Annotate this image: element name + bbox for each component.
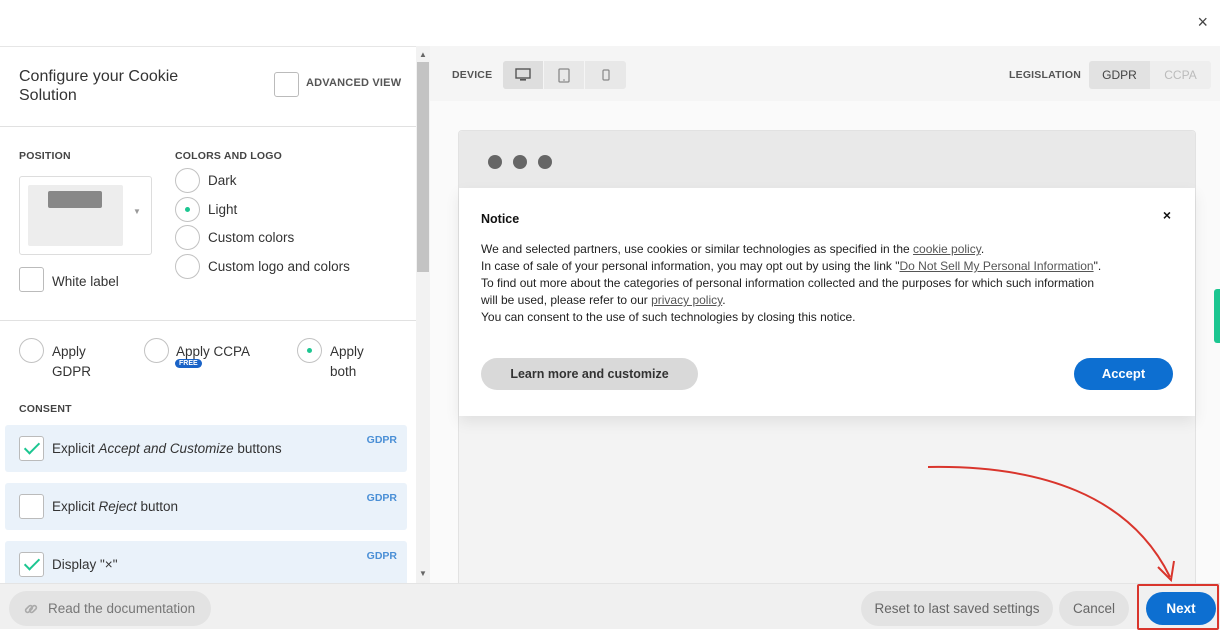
consent-item-accept-customize[interactable]: Explicit Accept and Customize buttons GD… bbox=[5, 425, 407, 472]
apply-both-label-2: both bbox=[330, 364, 357, 379]
gdpr-tag: GDPR bbox=[366, 492, 397, 504]
radio-custom-colors-label: Custom colors bbox=[208, 230, 295, 245]
radio-light[interactable] bbox=[175, 197, 200, 222]
position-label: POSITION bbox=[19, 150, 71, 162]
window-dot-icon bbox=[513, 155, 527, 169]
page-title: Configure your Cookie Solution bbox=[19, 68, 179, 104]
advanced-view-label[interactable]: ADVANCED VIEW bbox=[306, 77, 401, 89]
consent-item-reject[interactable]: Explicit Reject button GDPR bbox=[5, 483, 407, 530]
accept-button[interactable]: Accept bbox=[1074, 358, 1173, 390]
device-label: DEVICE bbox=[452, 69, 493, 81]
colors-logo-label: COLORS AND LOGO bbox=[175, 150, 283, 162]
apply-gdpr-label-2: GDPR bbox=[52, 364, 92, 379]
white-label-checkbox[interactable] bbox=[19, 267, 44, 292]
privacy-policy-link[interactable]: privacy policy bbox=[651, 293, 722, 307]
modal-header: × bbox=[0, 0, 1220, 46]
next-button[interactable]: Next bbox=[1146, 592, 1216, 625]
radio-dark[interactable] bbox=[175, 168, 200, 193]
device-mobile-button[interactable] bbox=[585, 61, 626, 89]
tablet-icon bbox=[558, 67, 570, 83]
reset-settings-button[interactable]: Reset to last saved settings bbox=[861, 591, 1053, 626]
settings-header: Configure your Cookie Solution ADVANCED … bbox=[0, 47, 416, 127]
consent-item-label: Display "×" bbox=[52, 557, 118, 572]
mobile-icon bbox=[601, 69, 610, 81]
side-feedback-tab[interactable] bbox=[1214, 289, 1220, 343]
consent-item-label: Explicit Accept and Customize buttons bbox=[52, 441, 282, 456]
advanced-view-checkbox[interactable] bbox=[274, 72, 299, 97]
close-modal-button[interactable]: × bbox=[1197, 12, 1208, 32]
gdpr-tag: GDPR bbox=[366, 550, 397, 562]
scroll-down-icon[interactable]: ▼ bbox=[419, 569, 427, 578]
radio-custom-colors[interactable] bbox=[175, 225, 200, 250]
do-not-sell-link[interactable]: Do Not Sell My Personal Information bbox=[900, 259, 1094, 273]
learn-more-button[interactable]: Learn more and customize bbox=[481, 358, 698, 390]
scrollbar-thumb[interactable] bbox=[417, 62, 429, 272]
scroll-up-icon[interactable]: ▲ bbox=[419, 50, 427, 59]
footer-bar: Read the documentation Reset to last sav… bbox=[0, 583, 1220, 630]
apply-gdpr-label-1: Apply bbox=[52, 344, 86, 359]
radio-dark-label: Dark bbox=[208, 173, 237, 188]
preview-toolbar: DEVICE LEGISLATION GDPR CCPA bbox=[430, 46, 1220, 101]
notice-text: We and selected partners, use cookies or… bbox=[481, 242, 1102, 324]
browser-titlebar bbox=[459, 131, 1195, 188]
cookie-notice-banner: Notice × We and selected partners, use c… bbox=[459, 188, 1195, 416]
free-badge: FREE bbox=[175, 359, 202, 368]
radio-apply-ccpa[interactable] bbox=[144, 338, 169, 363]
legislation-switcher: GDPR CCPA bbox=[1089, 61, 1211, 89]
desktop-icon bbox=[515, 68, 531, 81]
annotation-arrow-icon bbox=[927, 465, 1175, 583]
legislation-label: LEGISLATION bbox=[1009, 69, 1082, 81]
cancel-button[interactable]: Cancel bbox=[1059, 591, 1129, 626]
device-switcher bbox=[503, 61, 626, 89]
accept-customize-checkbox[interactable] bbox=[19, 436, 44, 461]
next-highlight: Next bbox=[1137, 584, 1219, 630]
radio-apply-gdpr[interactable] bbox=[19, 338, 44, 363]
documentation-label: Read the documentation bbox=[48, 601, 196, 616]
link-icon bbox=[24, 604, 38, 614]
position-preview bbox=[28, 185, 123, 246]
window-dot-icon bbox=[488, 155, 502, 169]
position-colors-section: POSITION ▼ White label COLORS AND LOGO D… bbox=[0, 127, 416, 321]
documentation-button[interactable]: Read the documentation bbox=[9, 591, 211, 626]
legislation-ccpa-tab[interactable]: CCPA bbox=[1150, 61, 1211, 89]
radio-apply-both[interactable] bbox=[297, 338, 322, 363]
device-tablet-button[interactable] bbox=[544, 61, 585, 89]
consent-item-label: Explicit Reject button bbox=[52, 499, 179, 514]
consent-item-display-close[interactable]: Display "×" GDPR bbox=[5, 541, 407, 583]
radio-light-label: Light bbox=[208, 202, 238, 217]
settings-scrollbar[interactable]: ▲ ▼ bbox=[416, 46, 430, 583]
apply-both-label-1: Apply bbox=[330, 344, 364, 359]
device-desktop-button[interactable] bbox=[503, 61, 544, 89]
banner-position-marker bbox=[48, 191, 102, 208]
cookie-policy-link[interactable]: cookie policy bbox=[913, 242, 981, 256]
radio-custom-logo-colors-label: Custom logo and colors bbox=[208, 259, 350, 274]
position-select[interactable]: ▼ bbox=[19, 176, 152, 255]
gdpr-tag: GDPR bbox=[366, 434, 397, 446]
consent-label: CONSENT bbox=[19, 403, 72, 415]
chevron-down-icon: ▼ bbox=[133, 207, 141, 216]
reject-button-checkbox[interactable] bbox=[19, 494, 44, 519]
display-close-checkbox[interactable] bbox=[19, 552, 44, 577]
notice-title: Notice bbox=[481, 212, 520, 226]
consent-section: CONSENT Explicit Accept and Customize bu… bbox=[0, 401, 416, 583]
window-dot-icon bbox=[538, 155, 552, 169]
apply-ccpa-label: Apply CCPA bbox=[176, 344, 251, 359]
legislation-options: Apply GDPR Apply CCPA FREE Apply both bbox=[0, 321, 416, 401]
notice-close-icon[interactable]: × bbox=[1163, 207, 1171, 223]
radio-custom-logo-colors[interactable] bbox=[175, 254, 200, 279]
legislation-gdpr-tab[interactable]: GDPR bbox=[1089, 61, 1150, 89]
settings-panel: Configure your Cookie Solution ADVANCED … bbox=[0, 46, 416, 583]
white-label-text: White label bbox=[52, 274, 119, 289]
